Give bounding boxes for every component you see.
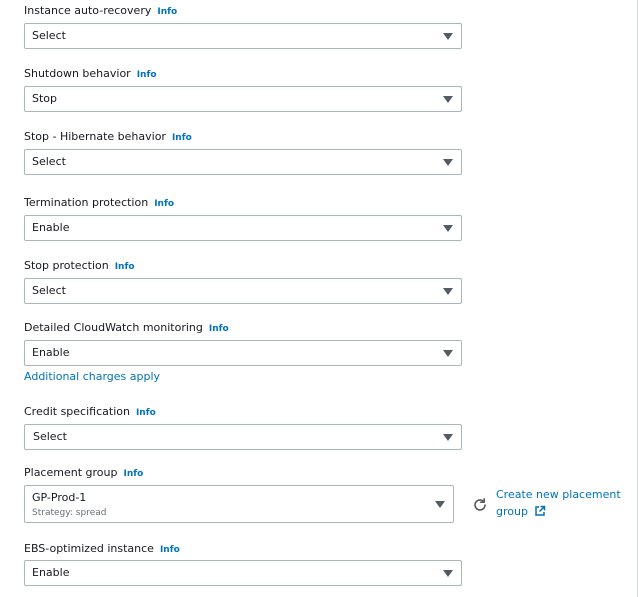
field-label-row: Instance auto-recovery Info [24,4,177,19]
chevron-down-icon [443,350,453,357]
field-placement-group: Placement group Info GP-Prod-1 Strategy: … [24,466,621,523]
field-label-row: Shutdown behavior Info [24,67,157,82]
select-value: Enable [32,221,70,234]
placement-group-select[interactable]: GP-Prod-1 Strategy: spread [24,485,454,523]
select-value: Select [33,430,67,443]
termination-protection-select[interactable]: Enable [24,215,462,241]
info-link[interactable]: Info [209,324,229,334]
select-value: Select [32,155,66,168]
chevron-down-icon [443,159,453,166]
info-link[interactable]: Info [137,70,157,80]
shutdown-behavior-select[interactable]: Stop [24,86,462,112]
info-link[interactable]: Info [136,408,156,418]
chevron-down-icon [443,225,453,232]
field-label: Stop protection [24,259,109,272]
info-link[interactable]: Info [157,7,177,17]
field-label: Credit specification [24,405,130,418]
field-label: Placement group [24,466,118,479]
instance-auto-recovery-select[interactable]: Select [24,23,462,49]
info-link[interactable]: Info [123,469,143,479]
advanced-details-panel: Instance auto-recovery Info Select Shutdo… [0,0,638,597]
field-detailed-cloudwatch-monitoring: Detailed CloudWatch monitoring Info Enabl… [24,321,462,383]
info-link[interactable]: Info [160,545,180,555]
field-label-row: Credit specification Info [24,405,156,420]
chevron-down-icon [435,501,445,508]
create-link-line2: group [496,505,528,518]
field-ebs-optimized-instance: EBS-optimized instance Info Enable [24,542,462,586]
credit-specification-select[interactable]: Select [24,424,462,450]
field-termination-protection: Termination protection Info Enable [24,196,462,241]
field-label-row: Stop protection Info [24,259,135,274]
field-stop-protection: Stop protection Info Select [24,259,462,304]
chevron-down-icon [443,33,453,40]
chevron-down-icon [443,288,453,295]
field-label-row: Stop - Hibernate behavior Info [24,130,192,145]
field-label-row: Termination protection Info [24,196,174,211]
field-label: EBS-optimized instance [24,542,154,555]
select-value: Select [32,284,66,297]
field-stop-hibernate-behavior: Stop - Hibernate behavior Info Select [24,130,462,175]
detailed-cloudwatch-monitoring-select[interactable]: Enable [24,340,462,366]
field-label: Detailed CloudWatch monitoring [24,321,203,334]
field-shutdown-behavior: Shutdown behavior Info Stop [24,67,462,112]
field-credit-specification: Credit specification Info Select [24,405,462,450]
field-label: Stop - Hibernate behavior [24,130,166,143]
create-new-placement-group-link[interactable]: Create new placement group [496,486,626,520]
field-instance-auto-recovery: Instance auto-recovery Info Select [24,4,462,49]
create-link-line2-row: group [496,503,626,520]
field-label-row: EBS-optimized instance Info [24,542,180,557]
chevron-down-icon [443,96,453,103]
additional-charges-link[interactable]: Additional charges apply [24,370,160,383]
field-label-row: Placement group Info [24,466,143,481]
select-value: Stop [32,92,58,105]
chevron-down-icon [443,570,453,577]
ebs-optimized-instance-select[interactable]: Enable [24,560,462,586]
select-value: Enable [32,346,70,359]
info-link[interactable]: Info [172,133,192,143]
refresh-icon[interactable] [472,497,488,513]
external-link-icon [535,505,546,516]
field-label: Shutdown behavior [24,67,131,80]
select-value: Select [32,29,66,42]
field-label-row: Detailed CloudWatch monitoring Info [24,321,229,336]
chevron-down-icon [443,434,453,441]
info-link[interactable]: Info [154,199,174,209]
field-label: Termination protection [24,196,149,209]
select-value: Enable [32,566,70,579]
create-link-line1: Create new placement [496,488,621,501]
field-label: Instance auto-recovery [24,4,152,17]
stop-hibernate-behavior-select[interactable]: Select [24,149,462,175]
placement-strategy-text: Strategy: spread [32,508,107,518]
stop-protection-select[interactable]: Select [24,278,462,304]
select-value: GP-Prod-1 [32,491,87,504]
info-link[interactable]: Info [115,262,135,272]
